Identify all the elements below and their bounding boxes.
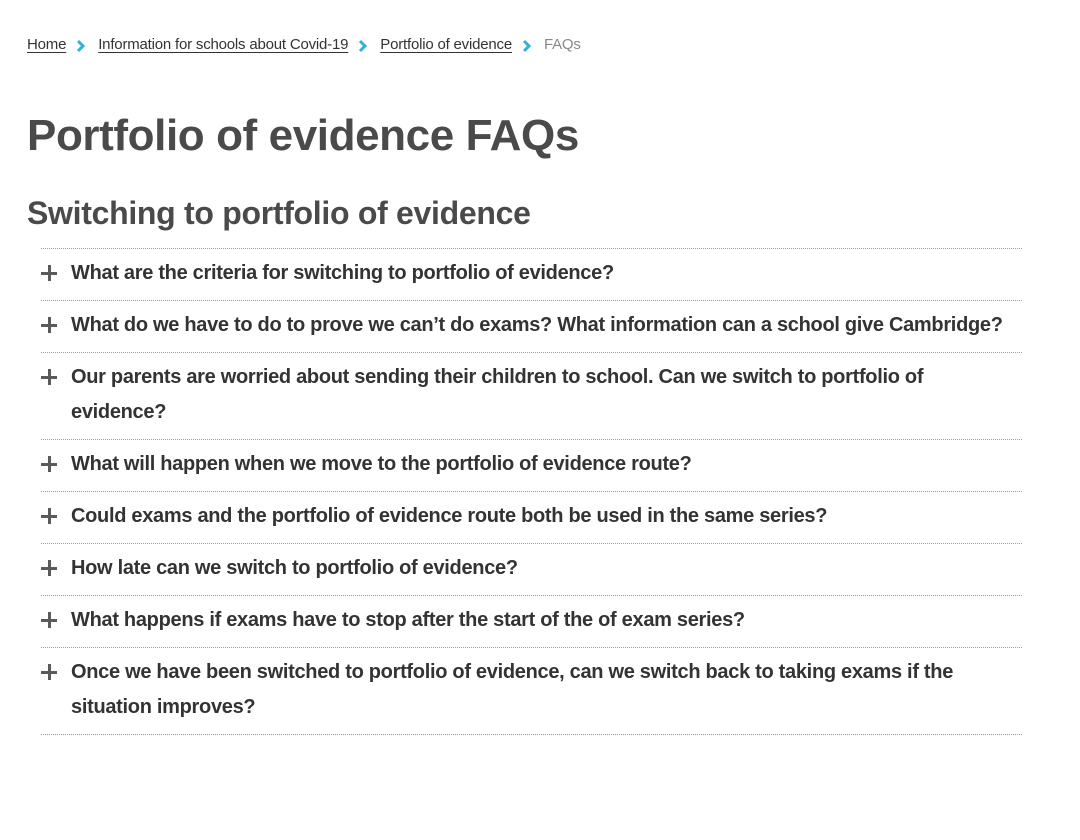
faq-item[interactable]: Our parents are worried about sending th… (41, 353, 1022, 440)
chevron-right-icon (77, 39, 86, 52)
faq-item[interactable]: What happens if exams have to stop after… (41, 596, 1022, 648)
breadcrumb-portfolio-link[interactable]: Portfolio of evidence (380, 36, 512, 53)
section-title: Switching to portfolio of evidence (27, 195, 531, 231)
breadcrumb-current: FAQs (543, 36, 581, 53)
faq-item[interactable]: How late can we switch to portfolio of e… (41, 544, 1022, 596)
faq-question[interactable]: Once we have been switched to portfolio … (71, 655, 1022, 725)
plus-icon[interactable] (41, 317, 57, 333)
faq-question[interactable]: Could exams and the portfolio of evidenc… (71, 499, 827, 534)
chevron-right-icon (359, 39, 368, 52)
faq-question[interactable]: What do we have to do to prove we can’t … (71, 308, 1003, 343)
breadcrumb-covid-info-link[interactable]: Information for schools about Covid-19 (98, 36, 348, 53)
faq-accordion: What are the criteria for switching to p… (41, 248, 1022, 735)
faq-question[interactable]: What happens if exams have to stop after… (71, 603, 745, 638)
faq-item[interactable]: What are the criteria for switching to p… (41, 249, 1022, 301)
faq-item[interactable]: Could exams and the portfolio of evidenc… (41, 492, 1022, 544)
faq-item[interactable]: What will happen when we move to the por… (41, 440, 1022, 492)
breadcrumb-home-link[interactable]: Home (27, 36, 66, 53)
faq-question[interactable]: What will happen when we move to the por… (71, 447, 692, 482)
plus-icon[interactable] (41, 508, 57, 524)
faq-question[interactable]: What are the criteria for switching to p… (71, 256, 614, 291)
plus-icon[interactable] (41, 560, 57, 576)
faq-item[interactable]: What do we have to do to prove we can’t … (41, 301, 1022, 353)
page-title: Portfolio of evidence FAQs (27, 111, 579, 160)
breadcrumb: Home Information for schools about Covid… (27, 36, 581, 53)
faq-item[interactable]: Once we have been switched to portfolio … (41, 648, 1022, 735)
faq-question[interactable]: How late can we switch to portfolio of e… (71, 551, 518, 586)
plus-icon[interactable] (41, 612, 57, 628)
plus-icon[interactable] (41, 664, 57, 680)
chevron-right-icon (522, 39, 532, 52)
plus-icon[interactable] (41, 265, 57, 281)
faq-question[interactable]: Our parents are worried about sending th… (71, 360, 1022, 430)
plus-icon[interactable] (41, 369, 57, 385)
plus-icon[interactable] (41, 456, 57, 472)
